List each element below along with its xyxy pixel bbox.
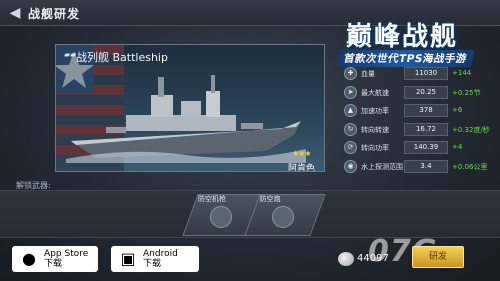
- stat-bonus: +0.06公里: [452, 162, 488, 171]
- stats-panel: ✚ 血量 11030 +144 ➤ 最大航速 20.25 +0.25节 ▲ 加速…: [344, 66, 492, 177]
- star-rating: ★★★: [292, 149, 311, 158]
- store-label: App Store: [44, 249, 89, 259]
- stat-value: 20.25: [415, 87, 437, 96]
- stat-label: 转向转速: [361, 125, 389, 134]
- stat-label: 加速功率: [361, 107, 389, 115]
- accel-icon: ▲: [344, 104, 357, 117]
- stat-label: 最大航速: [361, 88, 389, 97]
- stat-row: ◉ 水上探测范围 3.4 +0.06公里: [344, 159, 492, 175]
- weapon-name: 防空炮: [259, 195, 281, 203]
- store-label: 下载: [44, 259, 63, 269]
- stat-row: ▲ 加速功率 378 +6: [344, 103, 492, 119]
- stat-bonus: +6: [452, 106, 463, 114]
- health-icon: ✚: [344, 67, 357, 80]
- stat-row: ➤ 最大航速 20.25 +0.25节: [344, 85, 492, 101]
- stat-bonus: +0.25节: [452, 88, 481, 97]
- stat-label: 水上探测范围: [361, 162, 403, 171]
- game-logo: 巅峰战舰 首款次世代TPS海战手游: [336, 10, 496, 70]
- stat-value: 140.39: [413, 143, 439, 151]
- stat-value-box: 20.25: [404, 85, 448, 99]
- coin-count: 44097: [357, 253, 389, 264]
- store-label: Android: [143, 249, 178, 259]
- stat-value-box: 378: [404, 104, 448, 117]
- cannon-icon: [272, 206, 294, 228]
- stat-row: ⟳ 转向功率 140.39 +4: [344, 140, 492, 156]
- app-store-button[interactable]: ● App Store 下载: [12, 246, 98, 272]
- stat-value-box: 16.72: [404, 122, 448, 136]
- store-label: 下载: [143, 259, 162, 269]
- battleship-type-icon: ▰▰: [64, 50, 77, 59]
- detect-icon: ◉: [344, 159, 357, 173]
- stat-value-box: 140.39: [404, 141, 448, 154]
- back-arrow-icon[interactable]: ◀: [6, 4, 24, 22]
- machine-gun-icon: [210, 206, 232, 228]
- research-button[interactable]: 研发: [412, 246, 464, 268]
- stat-bonus: +144: [452, 69, 472, 77]
- stat-bonus: +4: [452, 143, 463, 151]
- stat-label: 血量: [361, 70, 375, 78]
- stat-value-box: 3.4: [404, 159, 448, 173]
- logo-title: 巅峰战舰: [346, 22, 459, 52]
- battleship-image: [66, 75, 306, 163]
- silver-coin-icon: [338, 252, 354, 266]
- stat-value: 11030: [414, 69, 438, 77]
- turn-icon: ↻: [344, 122, 357, 136]
- ship-class-name: 阿肯色: [288, 164, 316, 172]
- ship-panel: ▰▰ 战列舰 Battleship ★★★ 阿肯色: [55, 44, 325, 172]
- apple-icon: ●: [22, 249, 36, 268]
- stat-value: 16.72: [415, 124, 437, 133]
- stat-row: ✚ 血量 11030 +144: [344, 66, 492, 82]
- logo-subtitle: 首款次世代TPS海战手游: [336, 50, 475, 67]
- stat-bonus: +0.32度/秒: [452, 125, 490, 134]
- android-icon: ▣: [120, 249, 136, 268]
- stat-label: 转向功率: [361, 144, 389, 152]
- weapon-name: 防空机枪: [198, 195, 226, 203]
- android-button[interactable]: ▣ Android 下载: [111, 246, 199, 272]
- stat-value: 3.4: [420, 161, 432, 170]
- speed-icon: ➤: [344, 85, 357, 99]
- stat-value: 378: [419, 106, 433, 114]
- page-title: 战舰研发: [28, 7, 81, 21]
- stat-value-box: 11030: [404, 67, 448, 80]
- stat-row: ↻ 转向转速 16.72 +0.32度/秒: [344, 122, 492, 138]
- turn-power-icon: ⟳: [344, 141, 357, 154]
